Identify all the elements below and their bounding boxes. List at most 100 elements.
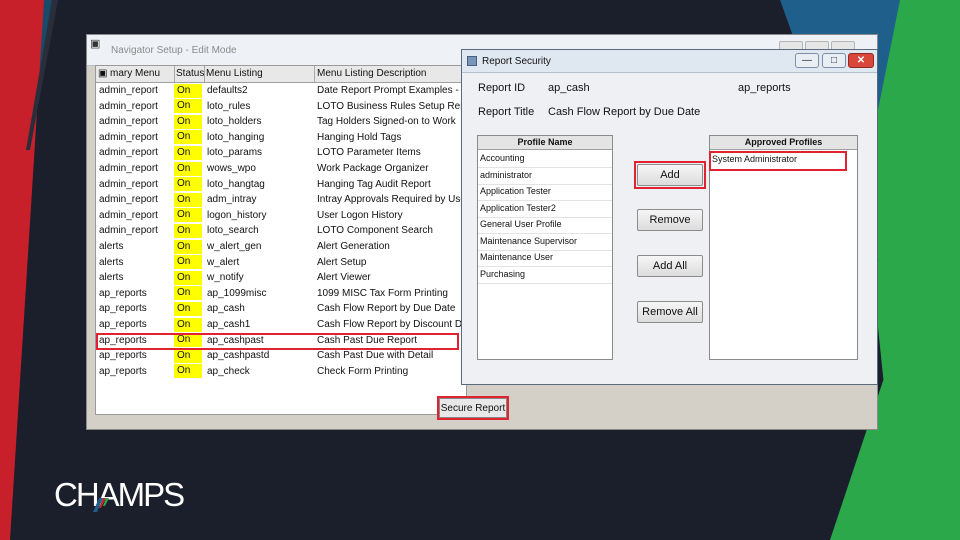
report-security-dialog: Report Security — □ ✕ Report ID ap_cash …: [461, 49, 878, 385]
row-listing: loto_holders: [207, 116, 262, 128]
row-listing: loto_hanging: [207, 131, 265, 143]
dialog-title: Report Security: [482, 56, 551, 67]
add-all-button[interactable]: Add All: [637, 255, 703, 277]
table-row[interactable]: admin_report On loto_holders Tag Holders Si…: [96, 114, 466, 130]
table-row[interactable]: alerts On w_alert_gen Alert Generation: [96, 239, 466, 255]
window-icon: ▣: [90, 38, 101, 50]
profile-list-item[interactable]: Maintenance User: [480, 252, 553, 262]
table-row[interactable]: admin_report On loto_params LOTO Parameter …: [96, 145, 466, 161]
row-status: On: [174, 177, 202, 192]
row-listing: loto_params: [207, 147, 263, 159]
table-row[interactable]: ap_reports On ap_cash1 Cash Flow Report by …: [96, 317, 466, 333]
profile-name-list[interactable]: Profile Name Accounting administrator Appl…: [477, 135, 613, 360]
row-listing: ap_cash1: [207, 319, 251, 330]
row-menu: admin_report: [99, 147, 158, 159]
row-description: LOTO Component Search: [317, 225, 433, 237]
row-menu: alerts: [99, 256, 124, 268]
profile-list-item[interactable]: Purchasing: [480, 269, 525, 279]
report-title-value: Cash Flow Report by Due Date: [548, 106, 701, 118]
profile-list-item[interactable]: Application Tester2: [480, 203, 556, 213]
table-header: ▣ mary Menu Status Menu Listing Menu Lis…: [96, 66, 466, 83]
row-description: LOTO Business Rules Setup Repo: [317, 100, 467, 112]
row-menu: ap_reports: [99, 365, 147, 377]
row-description: Hanging Tag Audit Report: [317, 178, 431, 190]
row-status: On: [174, 83, 202, 98]
row-description: Date Report Prompt Examples -: [317, 85, 459, 96]
dialog-icon: [467, 56, 477, 66]
table-row[interactable]: ap_reports On ap_cash Cash Flow Report by D…: [96, 301, 466, 317]
row-menu: ap_reports: [99, 319, 147, 330]
row-description: Alert Generation: [317, 241, 390, 252]
table-row[interactable]: admin_report On defaults2 Date Report Promp…: [96, 83, 466, 99]
row-listing: defaults2: [207, 85, 248, 96]
row-divider: [478, 200, 612, 201]
table-row[interactable]: alerts On w_alert Alert Setup: [96, 255, 466, 271]
row-menu: admin_report: [99, 100, 158, 112]
profile-list-item[interactable]: Accounting: [480, 153, 525, 163]
table-row[interactable]: admin_report On loto_hangtag Hanging Tag Au…: [96, 177, 466, 193]
dialog-close-button[interactable]: ✕: [848, 53, 874, 68]
row-status: On: [174, 114, 202, 129]
row-listing: ap_cashpastd: [207, 350, 270, 362]
row-menu: ap_reports: [99, 303, 147, 315]
row-listing: ap_check: [207, 365, 250, 377]
table-row[interactable]: ap_reports On ap_cashpastd Cash Past Due wi…: [96, 348, 466, 364]
dialog-minimize-button[interactable]: —: [795, 53, 819, 68]
col-header-description[interactable]: Menu Listing Description: [317, 68, 427, 79]
row-menu: admin_report: [99, 116, 158, 128]
row-description: 1099 MISC Tax Form Printing: [317, 287, 448, 299]
col-header-listing[interactable]: Menu Listing: [206, 68, 263, 79]
row-description: Alert Viewer: [317, 272, 371, 284]
table-row[interactable]: admin_report On logon_history User Logon Hi…: [96, 208, 466, 224]
logo-mark-icon: [93, 498, 109, 512]
row-divider: [478, 249, 612, 251]
menu-listing-table[interactable]: ▣ mary Menu Status Menu Listing Menu Lis…: [95, 65, 467, 415]
dialog-maximize-button[interactable]: □: [822, 53, 846, 68]
row-divider: [478, 216, 612, 218]
row-status: On: [174, 99, 202, 114]
row-description: User Logon History: [317, 209, 403, 221]
remove-all-button[interactable]: Remove All: [637, 301, 703, 323]
row-description: Intray Approvals Required by User: [317, 194, 467, 206]
profile-name-header: Profile Name: [478, 136, 612, 150]
profile-list-item[interactable]: General User Profile: [480, 219, 562, 229]
row-status: On: [174, 301, 202, 316]
table-row[interactable]: admin_report On loto_hanging Hanging Hold T…: [96, 130, 466, 146]
table-row[interactable]: alerts On w_notify Alert Viewer: [96, 270, 466, 286]
profile-list-item[interactable]: administrator: [480, 170, 532, 180]
table-row[interactable]: admin_report On loto_search LOTO Component …: [96, 223, 466, 239]
profile-list-item[interactable]: Application Tester: [480, 186, 551, 196]
row-menu: admin_report: [99, 131, 158, 143]
table-row[interactable]: admin_report On adm_intray Intray Approvals…: [96, 192, 466, 208]
selected-row-highlight: [96, 333, 459, 350]
row-status: On: [174, 317, 202, 332]
row-status: On: [174, 208, 202, 223]
row-menu: admin_report: [99, 209, 158, 221]
col-header-menu[interactable]: mary Menu: [110, 68, 160, 79]
table-row[interactable]: ap_reports On ap_check Check Form Printing: [96, 364, 466, 380]
row-status: On: [174, 192, 202, 207]
row-listing: ap_cash: [207, 303, 245, 315]
row-listing: adm_intray: [207, 194, 257, 206]
dialog-titlebar: Report Security — □ ✕: [462, 50, 877, 73]
profile-list-item[interactable]: Maintenance Supervisor: [480, 236, 577, 246]
row-status: On: [174, 270, 202, 285]
row-listing: w_alert: [207, 256, 240, 268]
row-listing: w_notify: [207, 272, 244, 284]
row-menu: admin_report: [99, 178, 158, 190]
report-group-value: ap_reports: [738, 82, 791, 94]
remove-button[interactable]: Remove: [637, 209, 703, 231]
row-menu: admin_report: [99, 85, 158, 96]
col-header-status[interactable]: Status: [176, 68, 204, 79]
table-row[interactable]: admin_report On wows_wpo Work Package Organ…: [96, 161, 466, 177]
row-description: Cash Flow Report by Discount Date: [317, 319, 467, 330]
approved-item-highlight: [709, 151, 847, 171]
table-row[interactable]: ap_reports On ap_1099misc 1099 MISC Tax For…: [96, 286, 466, 302]
navigator-title: Navigator Setup - Edit Mode: [111, 45, 237, 56]
row-description: Cash Past Due with Detail: [317, 350, 434, 362]
row-listing: wows_wpo: [207, 163, 256, 174]
row-status: On: [174, 161, 202, 176]
row-divider: [478, 167, 612, 168]
add-button-highlight: [634, 161, 706, 189]
table-row[interactable]: admin_report On loto_rules LOTO Business Ru…: [96, 99, 466, 115]
